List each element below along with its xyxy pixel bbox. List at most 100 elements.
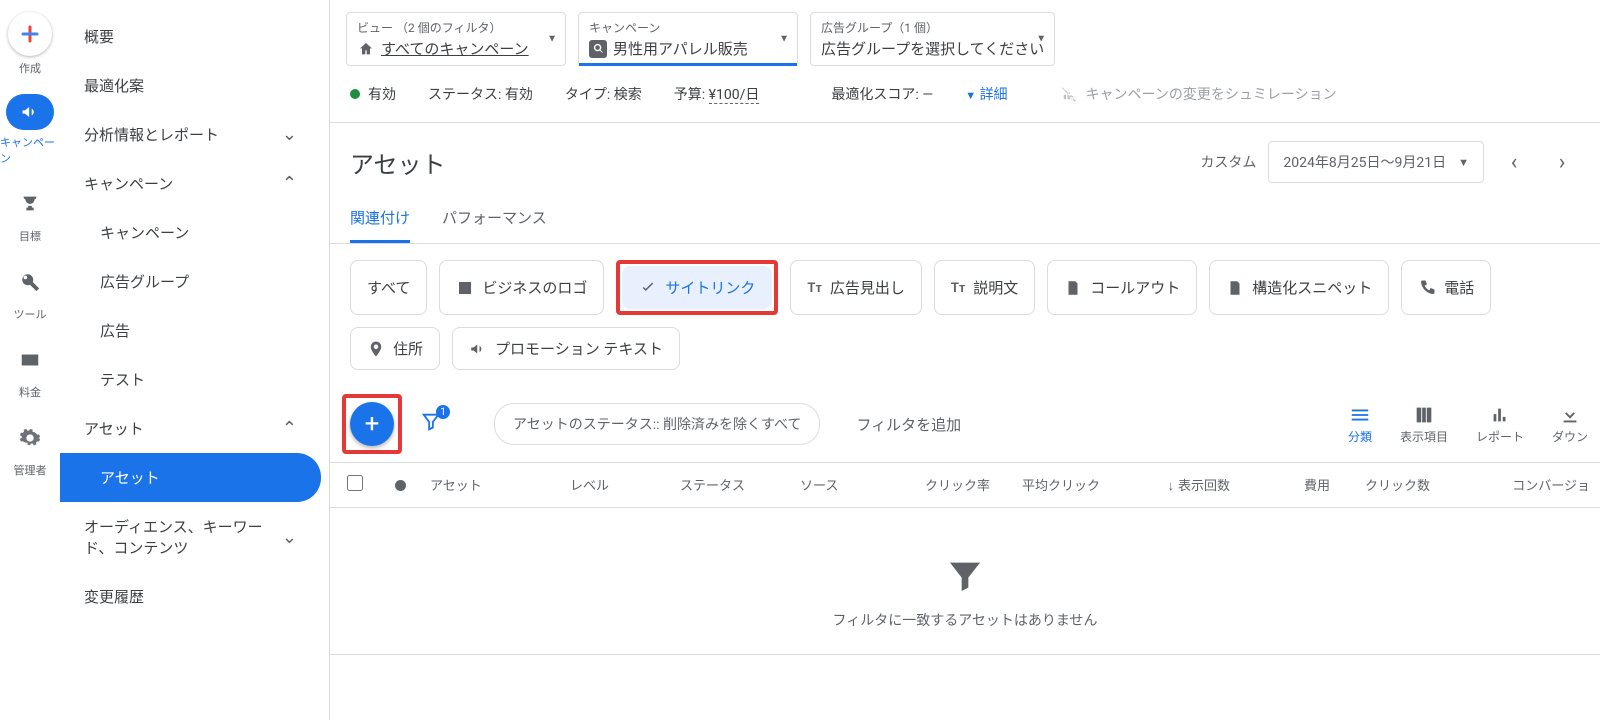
th-level[interactable]: レベル <box>560 463 670 507</box>
chip-callout[interactable]: コールアウト <box>1047 260 1197 315</box>
rail-campaigns[interactable]: キャンペーン <box>0 94 60 166</box>
select-all-checkbox[interactable] <box>347 475 363 491</box>
next-period-button[interactable]: › <box>1544 144 1580 180</box>
sidebar-insights[interactable]: 分析情報とレポート⌄ <box>60 110 321 159</box>
status-bar: 有効 ステータス: 有効 タイプ: 検索 予算: ¥100/日 最適化スコア: … <box>330 66 1600 123</box>
tool-columns[interactable]: 表示項目 <box>1400 404 1448 445</box>
prev-period-button[interactable]: ‹ <box>1496 144 1532 180</box>
tab-performance[interactable]: パフォーマンス <box>442 195 547 243</box>
sidebar-item-label: 分析情報とレポート <box>84 124 219 145</box>
rail-billing[interactable]: 料金 <box>0 340 60 400</box>
status-budget: 予算: ¥100/日 <box>674 84 760 104</box>
sidebar-audiences[interactable]: オーディエンス、キーワード、コンテンツ⌄ <box>60 502 321 572</box>
sidebar-item-label: 変更履歴 <box>84 586 144 607</box>
rail-tools[interactable]: ツール <box>0 262 60 322</box>
th-cost[interactable]: 費用 <box>1240 463 1340 507</box>
filter-button[interactable]: 1 <box>420 411 442 437</box>
chip-sitelink[interactable]: サイトリンク <box>622 266 772 309</box>
sidebar-tests[interactable]: テスト <box>60 355 321 404</box>
rail-goals[interactable]: 目標 <box>0 184 60 244</box>
gear-icon <box>10 418 50 458</box>
th-clicks[interactable]: クリック数 <box>1340 463 1440 507</box>
chip-description[interactable]: Tᴛ 説明文 <box>934 260 1035 315</box>
chip-logo[interactable]: ビジネスのロゴ <box>439 260 604 315</box>
sidebar-assets[interactable]: アセット <box>60 453 321 502</box>
rail-admin[interactable]: 管理者 <box>0 418 60 478</box>
sub-tabs: 関連付け パフォーマンス <box>330 187 1600 244</box>
status-details-link[interactable]: ▼ 詳細 <box>965 84 1007 104</box>
tool-download[interactable]: ダウン <box>1552 404 1588 445</box>
date-range-selector[interactable]: 2024年8月25日～9月21日 ▼ <box>1268 141 1484 183</box>
empty-state: フィルタに一致するアセットはありません <box>330 508 1600 655</box>
chip-all[interactable]: すべて <box>350 260 427 315</box>
date-range-value: 2024年8月25日～9月21日 <box>1283 152 1446 172</box>
main-content: ビュー （2 個のフィルタ） すべてのキャンペーン ▼ キャンペーン 男性用アパ… <box>330 0 1600 720</box>
chip-label: 住所 <box>393 338 423 359</box>
tool-report[interactable]: レポート <box>1476 404 1524 445</box>
rail-label: 料金 <box>19 384 41 400</box>
columns-icon <box>1413 404 1435 426</box>
image-icon <box>456 279 474 297</box>
left-rail: 作成 キャンペーン 目標 ツール 料金 管理者 <box>0 0 60 720</box>
caret-down-icon: ▼ <box>1458 156 1469 169</box>
crumb-label: キャンペーン <box>589 19 787 36</box>
crumb-view[interactable]: ビュー （2 個のフィルタ） すべてのキャンペーン ▼ <box>346 12 566 66</box>
table-header-row: アセット レベル ステータス ソース クリック率 平均クリック ↓表示回数 費用… <box>330 462 1600 508</box>
th-checkbox[interactable] <box>330 463 380 507</box>
sidebar-overview[interactable]: 概要 <box>60 12 321 61</box>
crumb-adgroup[interactable]: 広告グループ（1 個） 広告グループを選択してください ▼ <box>810 12 1055 66</box>
th-status-text[interactable]: ステータス <box>670 463 790 507</box>
sidebar-recommendations[interactable]: 最適化案 <box>60 61 321 110</box>
sidebar-item-label: アセット <box>84 418 144 439</box>
th-impressions[interactable]: ↓表示回数 <box>1110 463 1240 507</box>
th-source[interactable]: ソース <box>790 463 900 507</box>
status-dot-icon <box>395 480 406 491</box>
status-enabled: 有効 <box>350 84 396 104</box>
tool-segment[interactable]: 分類 <box>1348 404 1372 445</box>
sidebar-history[interactable]: 変更履歴 <box>60 572 321 621</box>
plus-icon <box>8 12 52 56</box>
th-avg-click[interactable]: 平均クリック <box>1000 463 1110 507</box>
crumb-campaign[interactable]: キャンペーン 男性用アパレル販売 ▼ <box>578 12 798 66</box>
add-asset-button[interactable]: + <box>350 402 394 446</box>
crumb-label: 広告グループ（1 個） <box>821 19 1044 36</box>
sidebar-campaigns[interactable]: キャンペーン <box>60 208 321 257</box>
filter-count-badge: 1 <box>436 405 450 419</box>
highlight-box: + <box>342 394 402 454</box>
status-dot-icon <box>350 89 360 99</box>
tab-associations[interactable]: 関連付け <box>350 195 410 243</box>
chip-snippet[interactable]: 構造化スニペット <box>1209 260 1389 315</box>
chevron-up-icon: ⌃ <box>282 173 297 194</box>
date-mode-label: カスタム <box>1200 152 1256 172</box>
download-icon <box>1559 404 1581 426</box>
megaphone-icon <box>469 340 487 358</box>
sidebar-campaigns-group[interactable]: キャンペーン ⌃ <box>60 159 321 208</box>
sidebar-adgroups[interactable]: 広告グループ <box>60 257 321 306</box>
tool-label: ダウン <box>1552 428 1588 445</box>
th-conversions[interactable]: コンバージョ <box>1440 463 1600 507</box>
filter-pill[interactable]: アセットのステータス:: 削除済みを除くすべて <box>494 403 820 445</box>
sidebar-ads[interactable]: 広告 <box>60 306 321 355</box>
th-asset[interactable]: アセット <box>420 463 560 507</box>
rail-create[interactable]: 作成 <box>0 12 60 76</box>
card-icon <box>10 340 50 380</box>
rail-label: 作成 <box>19 60 41 76</box>
rail-label: ツール <box>14 306 47 322</box>
sidebar-item-label: キャンペーン <box>84 173 173 194</box>
trophy-icon <box>10 184 50 224</box>
status-type: タイプ: 検索 <box>565 84 642 104</box>
add-filter-link[interactable]: フィルタを追加 <box>856 414 961 435</box>
chip-call[interactable]: 電話 <box>1401 260 1491 315</box>
th-status[interactable] <box>380 463 420 507</box>
chip-label: サイトリンク <box>665 277 755 298</box>
chip-headline[interactable]: Tᴛ 広告見出し <box>790 260 921 315</box>
chip-location[interactable]: 住所 <box>350 327 440 370</box>
crumb-label: ビュー （2 個のフィルタ） <box>357 19 555 36</box>
page-header: アセット カスタム 2024年8月25日～9月21日 ▼ ‹ › <box>330 123 1600 187</box>
toolbar: + 1 アセットのステータス:: 削除済みを除くすべて フィルタを追加 分類 表… <box>330 386 1600 462</box>
rail-label: 管理者 <box>14 462 47 478</box>
sidebar-assets-group[interactable]: アセット⌃ <box>60 404 321 453</box>
tool-label: 分類 <box>1348 428 1372 445</box>
th-ctr[interactable]: クリック率 <box>900 463 1000 507</box>
chip-promotion[interactable]: プロモーション テキスト <box>452 327 680 370</box>
